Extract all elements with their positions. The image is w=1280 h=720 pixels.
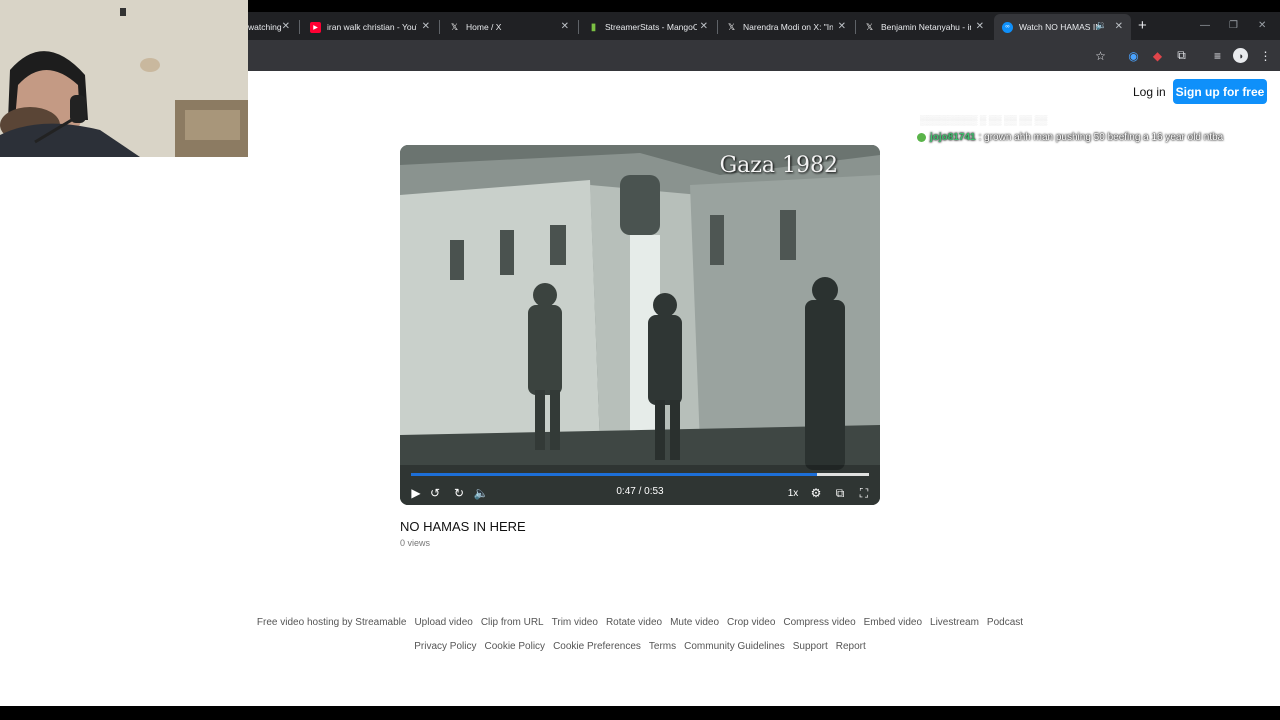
- video-overlay-text: Gaza 1982: [719, 153, 838, 178]
- tab-title: iran walk christian - YouTube: [327, 22, 417, 32]
- tab-title: watching: [248, 22, 282, 32]
- footer-link[interactable]: Clip from URL: [481, 617, 544, 628]
- tab-title: Benjamin Netanyahu - in: [881, 22, 971, 32]
- browser-tab-active[interactable]: ∞ Watch NO HAMAS IN 🔉 ✕: [994, 14, 1131, 40]
- restore-button[interactable]: ❐: [1229, 20, 1238, 31]
- browser-tab[interactable]: ▶ iran walk christian - YouTube ✕: [302, 14, 438, 40]
- tab-separator: [578, 20, 579, 34]
- chat-message: jojo81741 : grown ahh man pushing 50 bee…: [917, 132, 1223, 143]
- speaker-icon[interactable]: 🔉: [1096, 20, 1107, 31]
- bottom-bar: [0, 706, 1280, 720]
- speed-button[interactable]: 1x: [785, 485, 801, 501]
- signup-button[interactable]: Sign up for free: [1173, 79, 1267, 104]
- footer-link[interactable]: Cookie Preferences: [553, 641, 641, 652]
- extension-icon[interactable]: ◆: [1150, 48, 1165, 63]
- media-control-icon[interactable]: ≡: [1210, 48, 1225, 63]
- close-icon[interactable]: ✕: [700, 21, 708, 32]
- video-controls: ▶ ↺ ↻ 🔈 0:47 / 0:53 1x ⚙ ⧉ ⛶: [400, 481, 880, 505]
- user-badge-icon: [917, 133, 926, 142]
- chat-text: : grown ahh man pushing 50 beefing a 16 …: [978, 132, 1224, 143]
- browser-tab[interactable]: 𝕏 Home / X ✕: [441, 14, 577, 40]
- progress-bar[interactable]: [411, 473, 869, 476]
- bar-chart-icon: ▮: [590, 21, 597, 33]
- fullscreen-icon[interactable]: ⛶: [856, 485, 872, 501]
- footer-link[interactable]: Livestream: [930, 617, 979, 628]
- footer-link[interactable]: Rotate video: [606, 617, 662, 628]
- page-content: Log in Sign up for free ▒▒▒▒▒▒▒▒▒ ▒ ▒▒ ▒…: [0, 71, 1280, 706]
- browser-tab[interactable]: 𝕏 Narendra Modi on X: "In ✕: [718, 14, 854, 40]
- view-count: 0 views: [400, 538, 431, 548]
- progress-fill: [411, 473, 818, 476]
- x-logo-icon: 𝕏: [450, 21, 459, 32]
- webcam-feed: [0, 0, 248, 157]
- footer-link[interactable]: Cookie Policy: [484, 641, 545, 652]
- footer-link[interactable]: Trim video: [552, 617, 598, 628]
- footer-link[interactable]: Free video hosting by Streamable: [257, 617, 407, 628]
- video-title: NO HAMAS IN HERE: [400, 519, 526, 534]
- close-icon[interactable]: ✕: [1115, 21, 1123, 32]
- video-frame: [400, 145, 880, 505]
- footer-link[interactable]: Embed video: [864, 617, 922, 628]
- tab-title: Watch NO HAMAS IN: [1019, 22, 1099, 32]
- webcam-overlay: [0, 0, 248, 157]
- tab-title: Home / X: [466, 22, 502, 32]
- x-logo-icon: 𝕏: [865, 21, 874, 32]
- footer-links-row-1: Free video hosting by Streamable Upload …: [0, 617, 1280, 628]
- login-link[interactable]: Log in: [1133, 85, 1166, 99]
- video-player[interactable]: Gaza 1982 ▶ ↺ ↻ 🔈 0:47 / 0:53 1x ⚙ ⧉ ⛶: [400, 145, 880, 505]
- footer-links-row-2: Privacy Policy Cookie Policy Cookie Pref…: [0, 641, 1280, 652]
- close-icon[interactable]: ✕: [282, 21, 290, 32]
- footer-link[interactable]: Privacy Policy: [414, 641, 476, 652]
- bookmark-star-icon[interactable]: ☆: [1093, 48, 1108, 63]
- minimize-button[interactable]: —: [1200, 20, 1210, 31]
- tab-title: StreamerStats - MangoCu: [605, 22, 697, 32]
- footer-link[interactable]: Compress video: [783, 617, 855, 628]
- tab-separator: [439, 20, 440, 34]
- footer-link[interactable]: Terms: [649, 641, 676, 652]
- footer-link[interactable]: Crop video: [727, 617, 775, 628]
- footer-link[interactable]: Report: [836, 641, 866, 652]
- puzzle-icon[interactable]: ⧉: [1174, 48, 1189, 63]
- close-icon[interactable]: ✕: [422, 21, 430, 32]
- footer-link[interactable]: Community Guidelines: [684, 641, 785, 652]
- browser-tab[interactable]: watching ✕: [240, 14, 298, 40]
- pip-icon[interactable]: ⧉: [832, 485, 848, 501]
- menu-icon[interactable]: ⋮: [1258, 48, 1273, 63]
- browser-tab[interactable]: ▮ StreamerStats - MangoCu ✕: [580, 14, 716, 40]
- tab-separator: [299, 20, 300, 34]
- footer-link[interactable]: Support: [793, 641, 828, 652]
- close-icon[interactable]: ✕: [561, 21, 569, 32]
- browser-tab[interactable]: 𝕏 Benjamin Netanyahu - in ✕: [856, 14, 992, 40]
- new-tab-button[interactable]: +: [1138, 17, 1147, 34]
- footer-link[interactable]: Podcast: [987, 617, 1023, 628]
- chat-username: jojo81741: [930, 132, 976, 143]
- streamable-icon: ∞: [1002, 21, 1013, 33]
- x-logo-icon: 𝕏: [727, 21, 736, 32]
- settings-icon[interactable]: ⚙: [808, 485, 824, 501]
- profile-avatar-icon[interactable]: ◑: [1233, 48, 1248, 63]
- extension-icon[interactable]: ◉: [1126, 48, 1141, 63]
- close-icon[interactable]: ✕: [838, 21, 846, 32]
- youtube-icon: ▶: [310, 21, 321, 33]
- tab-title: Narendra Modi on X: "In: [743, 22, 833, 32]
- footer-link[interactable]: Mute video: [670, 617, 719, 628]
- close-icon[interactable]: ✕: [976, 21, 984, 32]
- footer-link[interactable]: Upload video: [414, 617, 472, 628]
- window-close-button[interactable]: ✕: [1258, 20, 1266, 31]
- chat-faded-line: ▒▒▒▒▒▒▒▒▒ ▒ ▒▒ ▒▒ ▒▒ ▒▒: [920, 115, 1048, 125]
